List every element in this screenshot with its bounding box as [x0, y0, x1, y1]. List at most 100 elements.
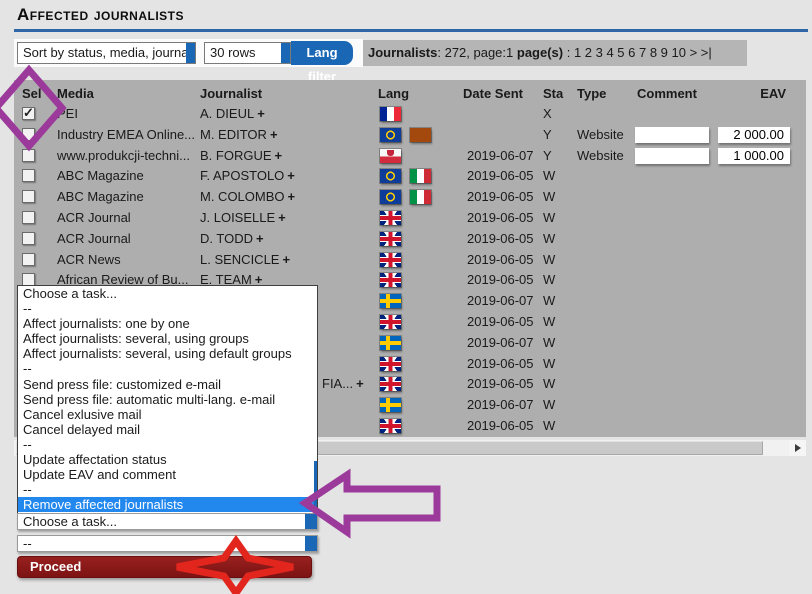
journalist-cell[interactable]: L. SENCICLE+	[200, 252, 290, 267]
expand-plus-icon[interactable]: +	[278, 210, 286, 225]
expand-plus-icon[interactable]: +	[356, 376, 364, 391]
task-menu-option[interactable]: Update EAV and comment	[18, 467, 317, 482]
journalist-cell[interactable]: M. COLOMBO+	[200, 189, 295, 204]
task-menu-option[interactable]: --	[18, 361, 317, 376]
journalist-cell[interactable]: J. LOISELLE+	[200, 210, 286, 225]
comment-input[interactable]	[635, 148, 709, 164]
type-cell: Website	[577, 148, 624, 163]
task-menu-option[interactable]: Choose a task...	[18, 286, 317, 301]
table-row: ACR News L. SENCICLE+ 2019-06-05 W	[14, 250, 806, 271]
header-lang: Lang	[378, 86, 409, 101]
status-cell: W	[543, 397, 555, 412]
media-cell[interactable]: ACR Journal	[57, 231, 131, 246]
journalist-cell[interactable]: A. DIEUL+	[200, 106, 265, 121]
secondary-select[interactable]: --	[17, 535, 318, 552]
journalists-count: : 272, page:1	[437, 45, 517, 60]
task-menu-option[interactable]: Send press file: customized e-mail	[18, 377, 317, 392]
media-cell[interactable]: ACR News	[57, 252, 121, 267]
media-cell[interactable]: ABC Magazine	[57, 168, 144, 183]
secondary-select-value: --	[23, 536, 32, 551]
task-menu-option[interactable]: Affect journalists: several, using group…	[18, 331, 317, 346]
lang-flag-icon	[380, 190, 401, 204]
journalist-name: L. SENCICLE	[200, 252, 279, 267]
expand-plus-icon[interactable]: +	[275, 148, 283, 163]
journalist-cell[interactable]: M. EDITOR+	[200, 127, 278, 142]
media-cell[interactable]: PEI	[57, 106, 78, 121]
header-date-sent: Date Sent	[463, 86, 523, 101]
table-row: www.produkcji-techni... B. FORGUE+ 2019-…	[14, 146, 806, 167]
status-cell: W	[543, 293, 555, 308]
row-checkbox[interactable]	[22, 169, 35, 182]
row-checkbox[interactable]	[22, 149, 35, 162]
expand-plus-icon[interactable]: +	[287, 168, 295, 183]
status-cell: X	[543, 106, 552, 121]
row-checkbox[interactable]	[22, 211, 35, 224]
media-cell[interactable]: www.produkcji-techni...	[57, 148, 190, 163]
status-cell: W	[543, 376, 555, 391]
journalist-cell[interactable]: FIA...+	[322, 376, 364, 391]
task-menu-list[interactable]: Choose a task...--Affect journalists: on…	[17, 285, 318, 514]
affected-journalists-page: { "page": { "title": "Affected journalis…	[0, 0, 812, 594]
eav-input[interactable]	[718, 148, 790, 164]
expand-plus-icon[interactable]: +	[256, 231, 264, 246]
journalist-name: F. APOSTOLO	[200, 168, 284, 183]
task-menu-option[interactable]: Update affectation status	[18, 452, 317, 467]
journalist-cell[interactable]: B. FORGUE+	[200, 148, 282, 163]
task-menu-option[interactable]: Affect journalists: several, using defau…	[18, 346, 317, 361]
lang-flag-icon	[380, 128, 401, 142]
table-row: ACR Journal D. TODD+ 2019-06-05 W	[14, 229, 806, 250]
arrow-right-icon	[795, 444, 801, 452]
expand-plus-icon[interactable]: +	[257, 106, 265, 121]
sort-select-arrow-strip[interactable]	[186, 43, 195, 63]
row-checkbox[interactable]	[22, 128, 35, 141]
task-menu-option[interactable]: Cancel exlusive mail	[18, 407, 317, 422]
row-checkbox[interactable]	[22, 190, 35, 203]
comment-input[interactable]	[635, 127, 709, 143]
task-menu-option[interactable]: Cancel delayed mail	[18, 422, 317, 437]
sort-select-value: Sort by status, media, journalist	[23, 45, 196, 60]
row-checkbox[interactable]	[22, 107, 35, 120]
title-divider	[14, 29, 808, 32]
task-menu-option[interactable]: Remove affected journalists	[18, 497, 317, 512]
task-select-scrollbar[interactable]	[305, 514, 317, 529]
status-cell: W	[543, 272, 555, 287]
date-sent-cell: 2019-06-07	[467, 397, 534, 412]
journalist-cell[interactable]: F. APOSTOLO+	[200, 168, 295, 183]
page-title: Affected journalists	[17, 5, 184, 25]
task-menu-option[interactable]: --	[18, 437, 317, 452]
page-links[interactable]: : 1 2 3 4 5 6 7 8 9 10 > >|	[563, 45, 712, 60]
expand-plus-icon[interactable]: +	[288, 189, 296, 204]
scroll-right-button[interactable]	[789, 440, 806, 456]
expand-plus-icon[interactable]: +	[270, 127, 278, 142]
task-select[interactable]: Choose a task...	[17, 513, 318, 530]
lang-flag-icon	[380, 398, 401, 412]
media-cell[interactable]: Industry EMEA Online...	[57, 127, 195, 142]
task-menu-option[interactable]: --	[18, 301, 317, 316]
sort-select[interactable]: Sort by status, media, journalist	[17, 42, 196, 64]
expand-plus-icon[interactable]: +	[282, 252, 290, 267]
task-menu-option[interactable]: Send press file: automatic multi-lang. e…	[18, 392, 317, 407]
lang-filter-button[interactable]: Lang filter	[291, 41, 353, 65]
rows-select-arrow-strip[interactable]	[281, 43, 290, 63]
journalist-name: B. FORGUE	[200, 148, 272, 163]
lang-flag-icon	[380, 315, 401, 329]
header-comment: Comment	[637, 86, 697, 101]
eav-input[interactable]	[718, 127, 790, 143]
lang-flag-icon	[380, 232, 401, 246]
media-cell[interactable]: ABC Magazine	[57, 189, 144, 204]
header-eav: EAV	[718, 86, 790, 101]
journalist-name: J. LOISELLE	[200, 210, 275, 225]
proceed-button[interactable]: Proceed	[17, 556, 312, 578]
row-checkbox[interactable]	[22, 253, 35, 266]
list-scrollbar[interactable]	[314, 461, 317, 511]
status-cell: Y	[543, 127, 552, 142]
media-cell[interactable]: ACR Journal	[57, 210, 131, 225]
task-select-value: Choose a task...	[23, 514, 117, 529]
task-menu-option[interactable]: Affect journalists: one by one	[18, 316, 317, 331]
secondary-select-scrollbar[interactable]	[305, 536, 317, 551]
row-checkbox[interactable]	[22, 232, 35, 245]
task-menu-option[interactable]: --	[18, 482, 317, 497]
rows-per-page-select[interactable]: 30 rows	[204, 42, 291, 64]
header-media: Media	[57, 86, 94, 101]
journalist-cell[interactable]: D. TODD+	[200, 231, 264, 246]
